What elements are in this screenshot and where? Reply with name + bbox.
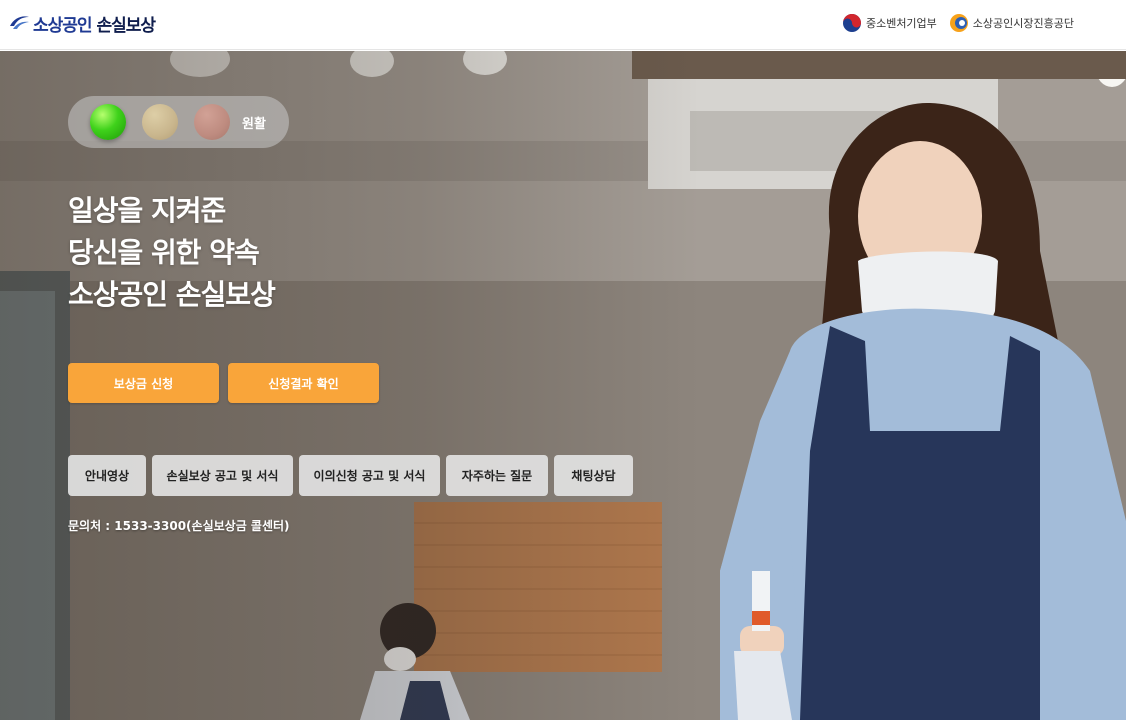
site-logo[interactable]: 소상공인 손실보상 xyxy=(8,9,156,37)
chat-consult-button[interactable]: 채팅상담 xyxy=(554,455,633,496)
org-semas-label: 소상공인시장진흥공단 xyxy=(972,17,1074,30)
secondary-button-row: 안내영상 손실보상 공고 및 서식 이의신청 공고 및 서식 자주하는 질문 채… xyxy=(68,455,633,496)
headline-line-3: 소상공인 손실보상 xyxy=(68,278,276,311)
headline-line-2: 당신을 위한 약속 xyxy=(68,236,260,269)
check-result-button[interactable]: 신청결과 확인 xyxy=(228,363,379,403)
status-light-red xyxy=(194,104,230,140)
guide-video-button[interactable]: 안내영상 xyxy=(68,455,146,496)
hero-headline: 일상을 지켜준 당신을 위한 약속 소상공인 손실보상 xyxy=(68,190,276,316)
org-mss-link[interactable]: 중소벤처기업부 xyxy=(842,13,937,33)
contact-info: 문의처 : 1533-3300(손실보상금 콜센터) xyxy=(68,519,290,533)
compensation-notice-button[interactable]: 손실보상 공고 및 서식 xyxy=(152,455,293,496)
swoosh-logo-icon xyxy=(10,16,29,29)
org-semas-link[interactable]: 소상공인시장진흥공단 xyxy=(949,13,1074,33)
status-label: 원활 xyxy=(242,116,266,132)
status-light-yellow xyxy=(142,104,178,140)
headline-line-1: 일상을 지켜준 xyxy=(68,194,226,227)
logo-text-secondary: 손실보상 xyxy=(96,15,156,36)
service-status-indicator: 원활 xyxy=(68,96,289,148)
logo-text-primary: 소상공인 xyxy=(33,15,93,36)
org-mss-label: 중소벤처기업부 xyxy=(865,17,937,30)
taegeuk-emblem-icon xyxy=(842,14,861,32)
objection-notice-button[interactable]: 이의신청 공고 및 서식 xyxy=(299,455,440,496)
apply-compensation-button[interactable]: 보상금 신청 xyxy=(68,363,219,403)
hero-section: 원활 일상을 지켜준 당신을 위한 약속 소상공인 손실보상 보상금 신청 신청… xyxy=(0,51,1126,720)
faq-button[interactable]: 자주하는 질문 xyxy=(446,455,548,496)
semas-emblem-icon xyxy=(949,14,968,32)
site-header: 소상공인 손실보상 중소벤처기업부 소상공인시장진흥공단 xyxy=(0,0,1126,50)
partner-orgs: 중소벤처기업부 소상공인시장진흥공단 xyxy=(842,13,1074,33)
status-light-green xyxy=(90,104,126,140)
